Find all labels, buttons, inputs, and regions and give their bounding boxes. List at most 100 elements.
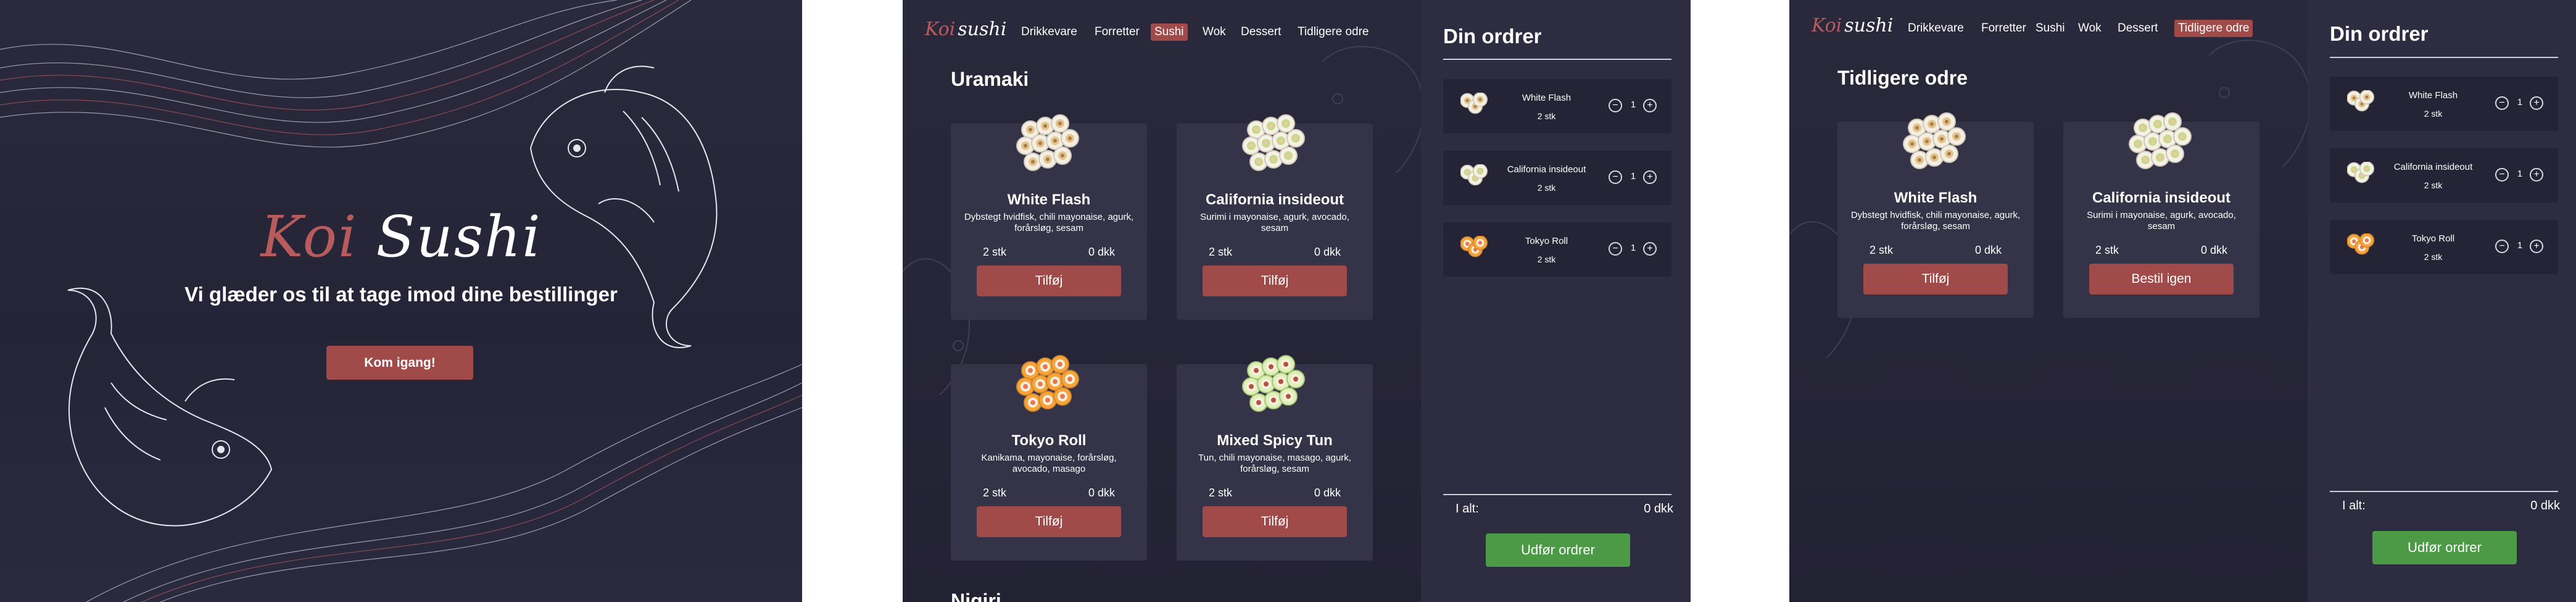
order-heading: Din ordrer <box>1443 25 1542 48</box>
reorder-button[interactable]: Bestil igen <box>2089 264 2234 295</box>
product-name: California insideout <box>1205 191 1344 208</box>
plus-icon[interactable]: + <box>2530 96 2543 110</box>
sushi-california-icon <box>1242 114 1305 171</box>
nav-item-sushi[interactable]: Sushi <box>1151 23 1188 41</box>
quantity-value: 1 <box>2517 97 2523 107</box>
order-item-name: Tokyo Roll <box>1525 236 1568 246</box>
product-price: 0 dkk <box>2200 244 2227 256</box>
landing-tagline: Vi glæder os til at tage imod dine besti… <box>184 283 618 306</box>
order-item-name: California insideout <box>2393 162 2473 172</box>
order-item-name: White Flash <box>1522 93 1572 103</box>
sushi-california-icon <box>2347 162 2374 183</box>
product-price: 0 dkk <box>1974 244 2002 256</box>
brand-logo: Koi Sushi <box>0 204 802 270</box>
order-item: Tokyo Roll 2 stk − 1 + <box>1443 222 1671 277</box>
product-name: White Flash <box>1007 191 1091 208</box>
minus-icon[interactable]: − <box>2495 96 2509 110</box>
quantity-stepper: − 1 + <box>2495 167 2545 183</box>
sushi-white-icon <box>1903 112 1966 169</box>
minus-icon[interactable]: − <box>1609 242 1622 256</box>
nav-item-forretter[interactable]: Forretter <box>1091 23 1143 41</box>
nav-item-tidligere-odre[interactable]: Tidligere odre <box>1294 23 1372 41</box>
section-title: Uramaki <box>951 68 1029 90</box>
next-section-title: Nigiri <box>951 590 1001 602</box>
nav-item-wok[interactable]: Wok <box>1199 23 1230 41</box>
order-item-count: 2 stk <box>2424 109 2443 119</box>
nav-logo[interactable]: Koi sushi <box>925 19 1006 40</box>
minus-icon[interactable]: − <box>2495 240 2509 253</box>
sushi-white-icon <box>1460 93 1488 114</box>
submit-order-button[interactable]: Udfør ordrer <box>1486 533 1630 567</box>
order-item: California insideout 2 stk − 1 + <box>1443 151 1671 205</box>
product-description: Dybstegt hvidfisk, chili mayonaise, agur… <box>964 212 1134 233</box>
history-main-area: Koi sushi Drikkevare Forretter Sushi Wok … <box>1789 0 2308 602</box>
product-price: 0 dkk <box>1314 246 1341 258</box>
logo-sushi: sushi <box>958 19 1007 40</box>
plus-icon[interactable]: + <box>1643 99 1657 112</box>
add-to-order-button[interactable]: Tilføj <box>1203 265 1347 296</box>
menu-main-area: Koi sushi Drikkevare Forretter Sushi Wok … <box>903 0 1421 602</box>
add-to-order-button[interactable]: Tilføj <box>1203 506 1347 537</box>
landing-screen: Koi Sushi Vi glæder os til at tage imod d… <box>0 0 802 602</box>
sushi-tokyo-icon <box>1460 236 1488 257</box>
nav-item-wok[interactable]: Wok <box>2074 20 2105 37</box>
product-card: Mixed Spicy Tun Tun, chili mayonaise, ma… <box>1177 355 1373 561</box>
nav-item-drikkevare[interactable]: Drikkevare <box>1017 23 1081 41</box>
nav-item-drikkevare[interactable]: Drikkevare <box>1904 20 1968 37</box>
product-quantity: 2 stk <box>983 246 1007 258</box>
logo-koi: Koi <box>1812 15 1842 36</box>
total-value: 0 dkk <box>2530 499 2560 512</box>
nav-item-forretter[interactable]: Forretter <box>1978 20 2030 37</box>
order-item-count: 2 stk <box>1537 111 1556 121</box>
product-quantity: 2 stk <box>983 487 1007 499</box>
product-card: Tokyo Roll Kanikama, mayonaise, forårslø… <box>951 355 1147 561</box>
logo-koi: Koi <box>925 19 956 40</box>
quantity-stepper: − 1 + <box>1609 98 1658 114</box>
quantity-value: 1 <box>2517 240 2523 251</box>
divider <box>1443 494 1671 495</box>
brand-sushi: Sushi <box>376 204 542 270</box>
product-description: Tun, chili mayonaise, masago, agurk, for… <box>1198 453 1351 474</box>
add-to-order-button[interactable]: Tilføj <box>1863 264 2008 295</box>
add-to-order-button[interactable]: Tilføj <box>977 506 1121 537</box>
product-price: 0 dkk <box>1088 487 1115 499</box>
add-to-order-button[interactable]: Tilføj <box>977 265 1121 296</box>
nav-item-tidligere-odre[interactable]: Tidligere odre <box>2174 20 2253 37</box>
plus-icon[interactable]: + <box>2530 168 2543 182</box>
product-quantity: 2 stk <box>1209 246 1233 258</box>
nav-item-dessert[interactable]: Dessert <box>1237 23 1285 41</box>
quantity-value: 1 <box>1630 171 1636 182</box>
minus-icon[interactable]: − <box>1609 170 1622 184</box>
quantity-stepper: − 1 + <box>1609 241 1658 257</box>
quantity-value: 1 <box>2517 169 2523 179</box>
section-title: Tidligere odre <box>1837 67 1968 89</box>
plus-icon[interactable]: + <box>1643 170 1657 184</box>
product-quantity: 2 stk <box>1209 487 1233 499</box>
order-item-count: 2 stk <box>1537 254 1556 264</box>
submit-order-button[interactable]: Udfør ordrer <box>2372 531 2517 564</box>
product-card: California insideout Surimi i mayonaise,… <box>2063 112 2259 318</box>
minus-icon[interactable]: − <box>1609 99 1622 112</box>
minus-icon[interactable]: − <box>2495 168 2509 182</box>
sushi-white-icon <box>1016 114 1079 171</box>
koi-fish-bottom-icon <box>67 287 273 527</box>
product-name: California insideout <box>2092 190 2230 206</box>
menu-screen: Koi sushi Drikkevare Forretter Sushi Wok … <box>903 0 1691 602</box>
top-nav: Koi sushi Drikkevare Forretter Sushi Wok … <box>903 0 1421 56</box>
quantity-stepper: − 1 + <box>2495 238 2545 254</box>
product-name: Tokyo Roll <box>1011 432 1087 449</box>
total-value: 0 dkk <box>1644 502 1673 516</box>
plus-icon[interactable]: + <box>1643 242 1657 256</box>
order-heading: Din ordrer <box>2330 22 2429 45</box>
nav-logo[interactable]: Koi sushi <box>1812 15 1893 36</box>
get-started-button[interactable]: Kom igang! <box>326 346 473 380</box>
total-label: I alt: <box>2342 499 2366 512</box>
divider <box>2330 57 2558 58</box>
plus-icon[interactable]: + <box>2530 240 2543 253</box>
product-card: White Flash Dybstegt hvidfisk, chili may… <box>1837 112 2034 318</box>
product-price: 0 dkk <box>1088 246 1115 258</box>
nav-item-dessert[interactable]: Dessert <box>2114 20 2161 37</box>
quantity-stepper: − 1 + <box>1609 169 1658 185</box>
sushi-california-icon <box>1460 164 1488 186</box>
nav-item-sushi[interactable]: Sushi <box>2032 20 2069 37</box>
